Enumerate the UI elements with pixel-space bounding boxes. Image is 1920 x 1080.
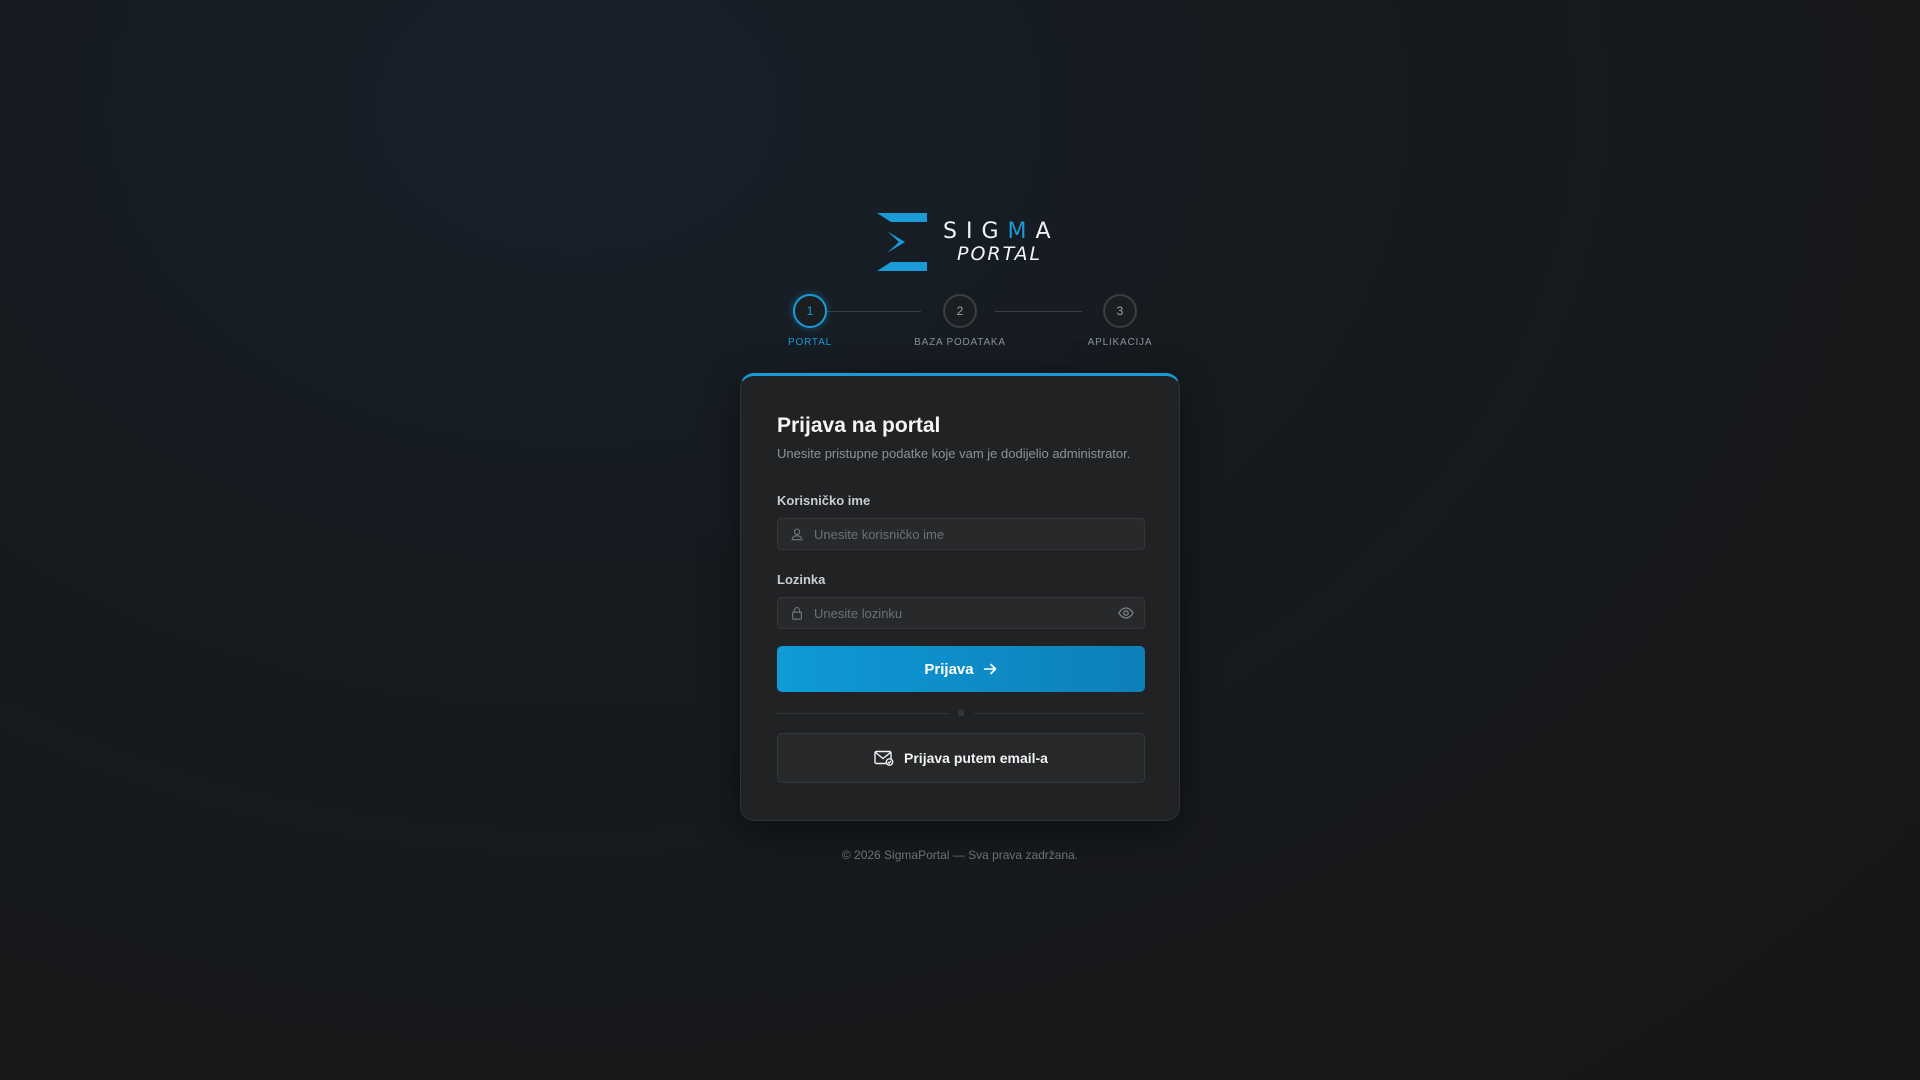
sigma-logo-icon [877, 213, 927, 271]
username-field[interactable] [777, 518, 1145, 550]
login-submit-button[interactable]: Prijava [777, 646, 1145, 692]
lock-icon [792, 607, 802, 620]
step-number: 3 [1103, 294, 1137, 328]
user-icon [791, 528, 803, 541]
step-baza-podataka: 2 BAZA PODATAKA [905, 294, 1015, 348]
username-input[interactable] [814, 526, 1134, 542]
divider-text: ili [958, 708, 964, 718]
brand-wordmark: SIGMA [943, 218, 1060, 244]
login-subtitle: Unesite pristupne podatke koje vam je do… [777, 446, 1131, 461]
brand-logo: SIGMA PORTAL [875, 213, 1060, 271]
login-submit-label: Prijava [924, 660, 974, 678]
email-login-button[interactable]: Prijava putem email-a [777, 733, 1145, 783]
divider: ili [777, 708, 1145, 718]
password-input[interactable] [814, 605, 1118, 621]
footer-copyright: © 2026 SigmaPortal — Sva prava zadržana. [841, 848, 1079, 862]
step-number: 2 [943, 294, 977, 328]
step-label: APLIKACIJA [1087, 337, 1153, 348]
step-portal: 1 PORTAL [755, 294, 865, 348]
username-label: Korisničko ime [777, 493, 871, 508]
progress-stepper: 1 PORTAL 2 BAZA PODATAKA 3 APLIKACIJA [770, 294, 1152, 354]
step-label: BAZA PODATAKA [914, 337, 1006, 348]
step-aplikacija: 3 APLIKACIJA [1065, 294, 1175, 348]
step-label: PORTAL [788, 337, 832, 348]
arrow-right-icon [983, 663, 996, 675]
email-login-label: Prijava putem email-a [904, 750, 1048, 766]
brand-subtitle: PORTAL [957, 242, 1043, 265]
password-label: Lozinka [777, 572, 826, 587]
password-field[interactable] [777, 597, 1145, 629]
login-title: Prijava na portal [777, 414, 941, 437]
eye-icon[interactable] [1118, 605, 1134, 621]
step-number: 1 [793, 294, 827, 328]
login-card: Prijava na portal Unesite pristupne poda… [740, 373, 1180, 821]
mail-icon [874, 750, 894, 766]
